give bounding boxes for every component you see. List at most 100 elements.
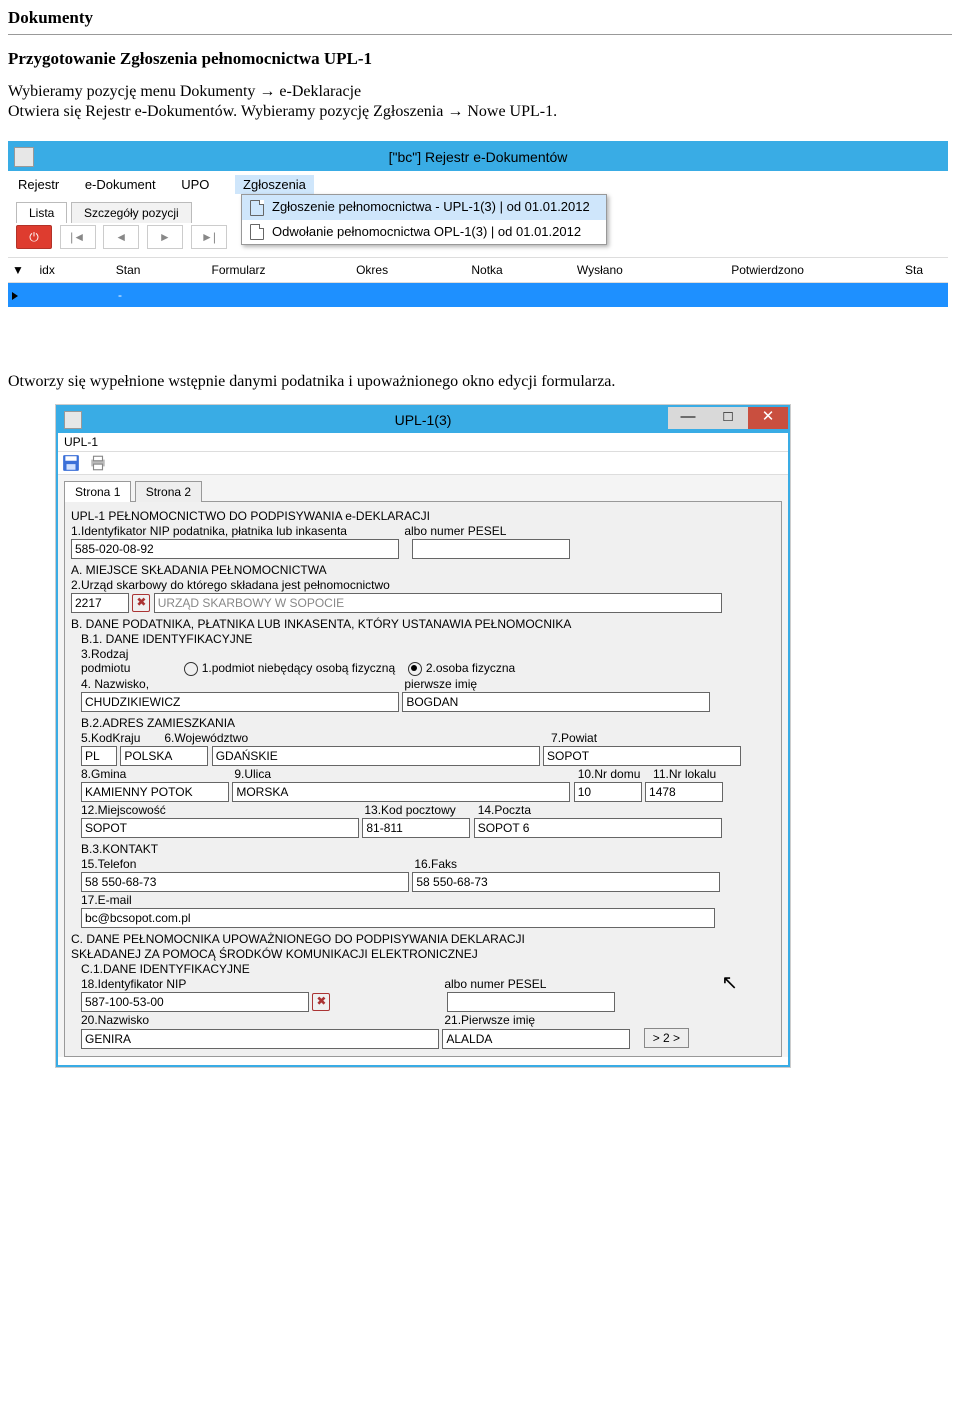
col-wyslano[interactable]: Wysłano: [573, 263, 727, 277]
input-nazwisko[interactable]: CHUDZIKIEWICZ: [81, 692, 399, 712]
col-okres[interactable]: Okres: [352, 263, 467, 277]
input-kodpocztowy[interactable]: 81-811: [362, 818, 470, 838]
menu-zgloszenia[interactable]: Zgłoszenia: [235, 175, 314, 194]
maximize-button[interactable]: □: [708, 407, 748, 429]
label-6: 6.Województwo: [164, 731, 404, 745]
section-c-title-2: SKŁADANEJ ZA POMOCĄ ŚRODKÓW KOMUNIKACJI …: [71, 947, 775, 961]
radio-osoba-fiz[interactable]: [408, 662, 422, 676]
menu-upo[interactable]: UPO: [181, 177, 209, 192]
nav-prev-button[interactable]: ◄: [103, 225, 139, 249]
window-titlebar: ["bc"] Rejestr e-Dokumentów: [8, 143, 948, 171]
dropdown-item-upl1[interactable]: Zgłoszenie pełnomocnictwa - UPL-1(3) | o…: [242, 195, 606, 220]
input-pelnomocnik-nip[interactable]: 587-100-53-00: [81, 992, 309, 1012]
grid-row[interactable]: -: [8, 283, 948, 307]
form-header: UPL-1 PEŁNOMOCNICTWO DO PODPISYWANIA e-D…: [71, 509, 775, 523]
intro-line-1: Wybieramy pozycję menu Dokumenty → e-Dek…: [8, 83, 952, 101]
col-sta[interactable]: Sta: [901, 263, 948, 277]
print-icon[interactable]: [89, 454, 107, 472]
label-7: 7.Powiat: [551, 731, 597, 745]
dropdown-item-opl1[interactable]: Odwołanie pełnomocnictwa OPL-1(3) | od 0…: [242, 220, 606, 245]
close-button[interactable]: ✕: [748, 407, 788, 429]
zgloszenia-dropdown: Zgłoszenie pełnomocnictwa - UPL-1(3) | o…: [241, 194, 607, 245]
input-kraj[interactable]: POLSKA: [120, 746, 208, 766]
input-email[interactable]: bc@bcsopot.com.pl: [81, 908, 715, 928]
col-formularz[interactable]: Formularz: [208, 263, 353, 277]
nav-next-page-button[interactable]: > 2 >: [644, 1028, 689, 1048]
input-faks[interactable]: 58 550-68-73: [412, 872, 720, 892]
input-nip-podatnika[interactable]: 585-020-08-92: [71, 539, 399, 559]
label-21: 21.Pierwsze imię: [444, 1013, 535, 1027]
label-8: 8.Gmina: [81, 767, 231, 781]
tab-strona-2[interactable]: Strona 2: [135, 481, 202, 502]
form-titlebar: UPL-1(3) — □ ✕: [58, 407, 788, 433]
label-16: 16.Faks: [414, 857, 457, 871]
input-urzad-code[interactable]: 2217: [71, 593, 129, 613]
save-icon[interactable]: [62, 454, 80, 472]
tab-strona-1[interactable]: Strona 1: [64, 481, 131, 502]
input-nrlokalu[interactable]: 1478: [645, 782, 723, 802]
row-cursor-icon: [12, 292, 18, 300]
page-heading: Dokumenty: [8, 8, 952, 28]
input-telefon[interactable]: 58 550-68-73: [81, 872, 409, 892]
label-11: 11.Nr lokalu: [653, 767, 716, 781]
input-wojewodztwo[interactable]: GDAŃSKIE: [212, 746, 540, 766]
clear-nip-button[interactable]: ✖: [312, 993, 330, 1011]
intro-line-2: Otwiera się Rejestr e-Dokumentów. Wybier…: [8, 103, 952, 121]
label-17: 17.E-mail: [81, 893, 775, 907]
label-4-nazwisko: 4. Nazwisko,: [81, 677, 401, 691]
section-c1-title: C.1.DANE IDENTYFIKACYJNE: [81, 962, 775, 976]
document-icon: [250, 200, 264, 216]
section-b1-title: B.1. DANE IDENTYFIKACYJNE: [81, 632, 775, 646]
input-urzad-name: URZĄD SKARBOWY W SOPOCIE: [154, 593, 722, 613]
minimize-button[interactable]: —: [668, 407, 708, 429]
label-5: 5.KodKraju: [81, 731, 161, 745]
label-1-pesel: albo numer PESEL: [404, 524, 554, 538]
window-title: ["bc"] Rejestr e-Dokumentów: [389, 149, 568, 165]
nav-next-button[interactable]: ►: [147, 225, 183, 249]
clear-urzad-button[interactable]: ✖: [132, 594, 150, 612]
label-12: 12.Miejscowość: [81, 803, 361, 817]
app-icon: [14, 147, 34, 167]
section-b-title: B. DANE PODATNIKA, PŁATNIKA LUB INKASENT…: [71, 617, 775, 631]
input-pelnomocnik-imie[interactable]: ALALDA: [442, 1029, 630, 1049]
input-gmina[interactable]: KAMIENNY POTOK: [81, 782, 229, 802]
power-button[interactable]: ⏻: [16, 225, 52, 249]
label-18-pesel: albo numer PESEL: [444, 977, 546, 991]
radio-podmiot-niefiz[interactable]: [184, 662, 198, 676]
grid-header: ▼ idx Stan Formularz Okres Notka Wysłano…: [8, 257, 948, 283]
tab-lista[interactable]: Lista: [16, 202, 67, 223]
intro-line-3: Otworzy się wypełnione wstępnie danymi p…: [8, 373, 952, 391]
col-notka[interactable]: Notka: [467, 263, 573, 277]
input-pelnomocnik-nazwisko[interactable]: GENIRA: [81, 1029, 439, 1049]
label-2-urzad: 2.Urząd skarbowy do którego składana jes…: [71, 578, 775, 592]
input-ulica[interactable]: MORSKA: [232, 782, 570, 802]
col-idx[interactable]: idx: [36, 263, 112, 277]
input-powiat[interactable]: SOPOT: [543, 746, 741, 766]
cursor-icon: ↖: [721, 970, 738, 995]
col-potwierdzono[interactable]: Potwierdzono: [727, 263, 901, 277]
input-miejscowosc[interactable]: SOPOT: [81, 818, 359, 838]
col-stan[interactable]: Stan: [112, 263, 208, 277]
section-a-title: A. MIEJSCE SKŁADANIA PEŁNOMOCNICTWA: [71, 563, 775, 577]
label-13: 13.Kod pocztowy: [364, 803, 474, 817]
input-imie[interactable]: BOGDAN: [402, 692, 710, 712]
app-icon: [64, 411, 82, 429]
label-3-rodzaj: 3.Rodzaj podmiotu: [81, 647, 181, 675]
input-nrdomu[interactable]: 10: [574, 782, 642, 802]
label-14: 14.Poczta: [478, 803, 531, 817]
label-20: 20.Nazwisko: [81, 1013, 441, 1027]
tab-szczegoly[interactable]: Szczegóły pozycji: [71, 202, 192, 223]
menu-edokument[interactable]: e-Dokument: [85, 177, 156, 192]
section-b2-title: B.2.ADRES ZAMIESZKANIA: [81, 716, 775, 730]
input-poczta[interactable]: SOPOT 6: [474, 818, 722, 838]
label-1-nip: 1.Identyfikator NIP podatnika, płatnika …: [71, 524, 401, 538]
input-kodkraju[interactable]: PL: [81, 746, 117, 766]
nav-last-button[interactable]: ►|: [191, 225, 227, 249]
input-pesel-podatnika[interactable]: [412, 539, 570, 559]
input-pelnomocnik-pesel[interactable]: [447, 992, 615, 1012]
label-15: 15.Telefon: [81, 857, 411, 871]
form-menu-item[interactable]: UPL-1: [58, 433, 788, 452]
menu-rejestr[interactable]: Rejestr: [18, 177, 59, 192]
label-18: 18.Identyfikator NIP: [81, 977, 441, 991]
nav-first-button[interactable]: |◄: [60, 225, 96, 249]
